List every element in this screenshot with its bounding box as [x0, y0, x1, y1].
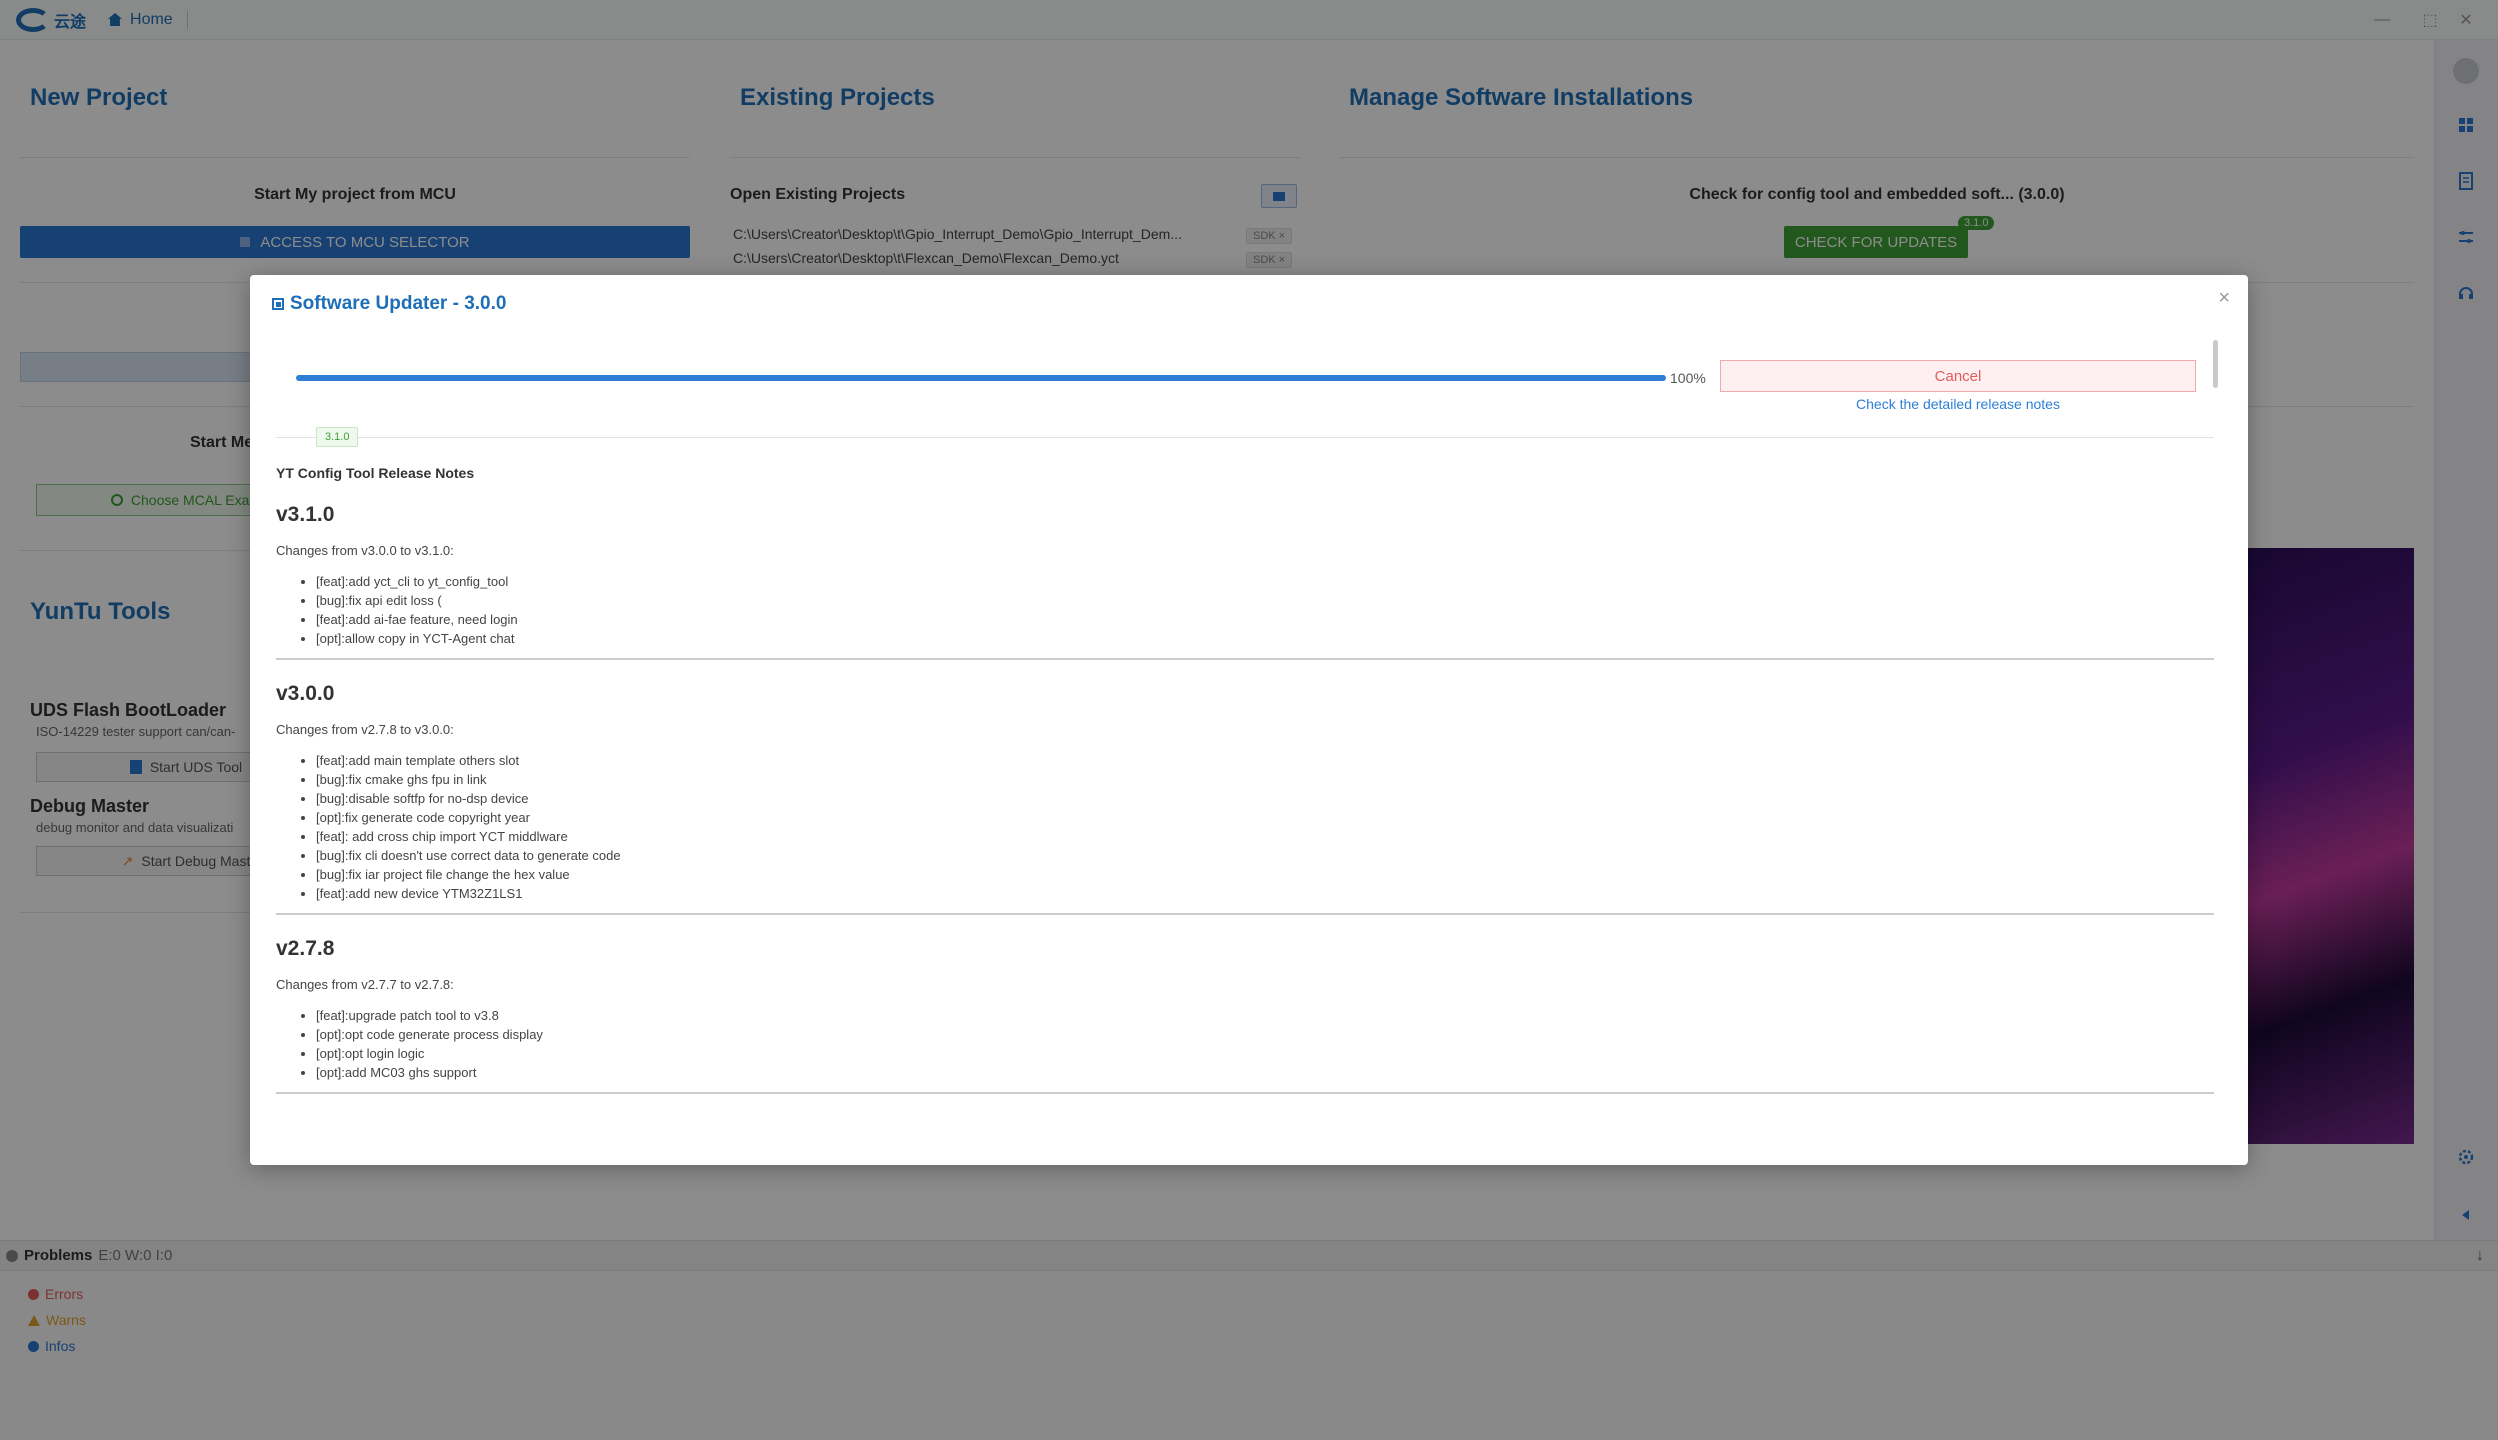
dialog-title-text: Software Updater - 3.0.0 [290, 293, 507, 314]
change-list: [feat]:add main template others slot [bu… [276, 751, 2214, 903]
version-changes: Changes from v2.7.8 to v3.0.0: [276, 722, 454, 737]
version-divider [276, 437, 2214, 438]
progress-percent: 100% [1670, 370, 1706, 386]
list-item: [bug]:fix iar project file change the he… [316, 865, 2214, 884]
version-changes: Changes from v3.0.0 to v3.1.0: [276, 543, 454, 558]
list-item: [opt]:opt login logic [316, 1044, 2214, 1063]
list-item: [opt]:fix generate code copyright year [316, 808, 2214, 827]
version-title: v3.1.0 [276, 503, 335, 526]
dialog-close-button[interactable]: × [2218, 287, 2230, 310]
version-title: v2.7.8 [276, 937, 335, 960]
dialog-title: Software Updater - 3.0.0 [272, 293, 506, 315]
list-item: [bug]:fix cmake ghs fpu in link [316, 770, 2214, 789]
software-updater-dialog: Software Updater - 3.0.0 × 100% Cancel C… [250, 275, 2248, 1165]
change-list: [feat]:upgrade patch tool to v3.8 [opt]:… [276, 1006, 2214, 1082]
updater-icon [272, 298, 284, 310]
release-notes-link[interactable]: Check the detailed release notes [1720, 396, 2196, 412]
download-progress-bar [296, 375, 1666, 381]
scrollbar[interactable] [2213, 340, 2218, 388]
list-item: [bug]:fix api edit loss ( [316, 591, 2214, 610]
version-block: v2.7.8 Changes from v2.7.7 to v2.7.8: [f… [276, 937, 2214, 1094]
list-item: [feat]:add main template others slot [316, 751, 2214, 770]
version-title: v3.0.0 [276, 682, 335, 705]
list-item: [bug]:disable softfp for no-dsp device [316, 789, 2214, 808]
notes-heading: YT Config Tool Release Notes [276, 465, 475, 481]
progress-fill [296, 375, 1666, 381]
list-item: [feat]:upgrade patch tool to v3.8 [316, 1006, 2214, 1025]
cancel-button[interactable]: Cancel [1720, 360, 2196, 392]
list-item: [opt]:opt code generate process display [316, 1025, 2214, 1044]
list-item: [opt]:add MC03 ghs support [316, 1063, 2214, 1082]
list-item: [opt]:allow copy in YCT-Agent chat [316, 629, 2214, 648]
version-block: v3.0.0 Changes from v2.7.8 to v3.0.0: [f… [276, 682, 2214, 915]
version-changes: Changes from v2.7.7 to v2.7.8: [276, 977, 454, 992]
list-item: [feat]:add new device YTM32Z1LS1 [316, 884, 2214, 903]
version-tag[interactable]: 3.1.0 [316, 427, 359, 447]
list-item: [feat]:add yct_cli to yt_config_tool [316, 572, 2214, 591]
list-item: [bug]:fix cli doesn't use correct data t… [316, 846, 2214, 865]
release-notes: YT Config Tool Release Notes v3.1.0 Chan… [276, 465, 2214, 1116]
list-item: [feat]:add ai-fae feature, need login [316, 610, 2214, 629]
change-list: [feat]:add yct_cli to yt_config_tool [bu… [276, 572, 2214, 648]
list-item: [feat]: add cross chip import YCT middlw… [316, 827, 2214, 846]
version-block: v3.1.0 Changes from v3.0.0 to v3.1.0: [f… [276, 503, 2214, 660]
